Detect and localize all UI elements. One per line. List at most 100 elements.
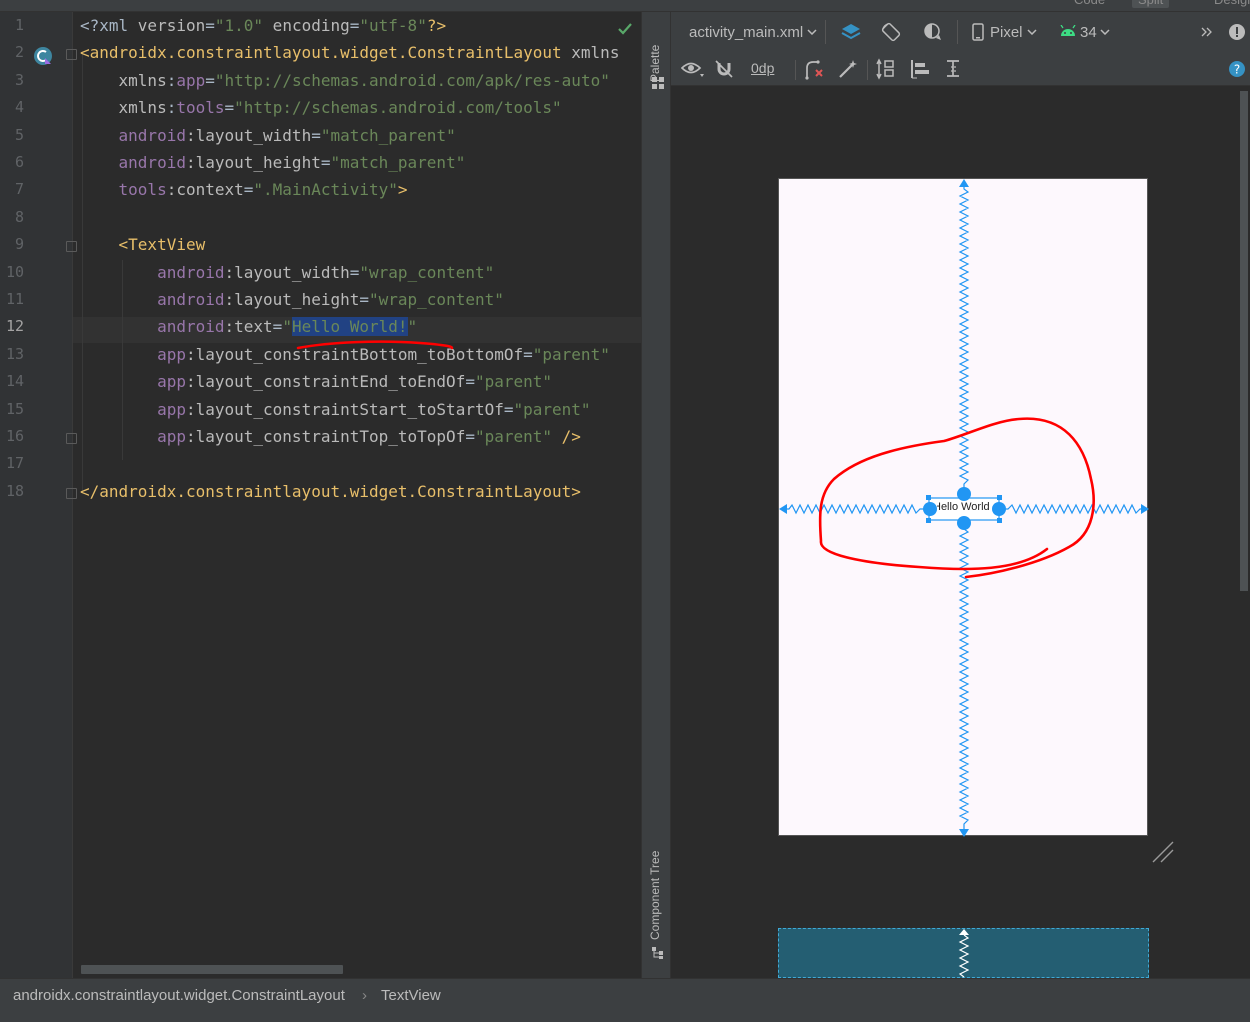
view-options-eye-icon[interactable] (681, 58, 705, 80)
code-line[interactable]: xmlns:tools="http://schemas.android.com/… (80, 96, 562, 120)
toolbar-separator (825, 20, 826, 44)
autoconnect-off-icon[interactable] (713, 58, 735, 80)
textview-preview[interactable]: Hello World (937, 501, 993, 517)
code-token: "parent" (474, 372, 553, 392)
help-icon[interactable]: ? (1227, 59, 1247, 79)
line-number: 8 (14, 207, 24, 226)
end-anchor-handle[interactable] (992, 502, 1006, 516)
layout-preview-canvas[interactable]: Hello World (778, 178, 1149, 837)
code-line[interactable]: app:layout_constraintEnd_toEndOf="parent… (80, 370, 552, 394)
code-token: "wrap_content" (369, 290, 504, 309)
code-token: :context (166, 180, 244, 200)
clear-constraints-icon[interactable] (803, 58, 825, 80)
default-margin-dropdown[interactable]: 0dp (751, 60, 774, 76)
palette-icon[interactable] (651, 76, 665, 90)
resize-handle[interactable] (997, 495, 1002, 500)
code-line[interactable]: <TextView (80, 233, 206, 257)
start-constraint-arrow (779, 504, 787, 514)
code-token: xmlns (118, 98, 167, 118)
code-token: :text (224, 317, 273, 337)
bottom-anchor-handle[interactable] (957, 516, 971, 530)
line-number: 17 (5, 454, 24, 473)
activity-gutter-icon[interactable] (33, 46, 53, 66)
breadcrumb-item-constraintlayout[interactable]: androidx.constraintlayout.widget.Constra… (13, 987, 345, 1004)
code-token: = (272, 317, 283, 337)
code-token: <?xml (80, 16, 138, 35)
code-line[interactable]: app:layout_constraintStart_toStartOf="pa… (80, 398, 591, 422)
code-line[interactable]: android:layout_height="wrap_content" (80, 288, 504, 312)
breadcrumb: androidx.constraintlayout.widget.Constra… (0, 978, 1250, 1022)
code-line[interactable]: <androidx.constraintlayout.widget.Constr… (80, 41, 619, 65)
align-icon[interactable] (909, 58, 931, 80)
line-number: 7 (14, 180, 24, 199)
code-token: app (176, 70, 206, 90)
night-mode-icon[interactable] (921, 20, 945, 44)
code-token: :layout_constraintStart_toStartOf (185, 399, 504, 419)
api-level-dropdown[interactable]: 34 (1080, 24, 1097, 41)
canvas-resize-icon[interactable] (1151, 840, 1175, 864)
design-toolbar-top: activity_main.xml Pixel 34 (671, 12, 1250, 52)
horizontal-scrollbar[interactable] (81, 965, 343, 974)
split-view-tab[interactable]: Split (1132, 0, 1170, 8)
end-constraint-spring (999, 503, 1143, 515)
fold-marker-icon[interactable] (66, 241, 77, 253)
code-token: xmlns (118, 70, 167, 90)
code-token: "1.0" (214, 16, 264, 35)
fold-marker-icon[interactable] (66, 433, 77, 444)
code-token: : (166, 98, 177, 118)
toolbar-separator (867, 60, 868, 80)
code-line[interactable]: android:layout_width="wrap_content" (80, 261, 494, 285)
code-token: encoding (263, 16, 350, 35)
code-line[interactable]: <?xml version="1.0" encoding="utf-8"?> (80, 14, 446, 38)
code-token: android (118, 125, 186, 145)
toolbar-separator (957, 20, 958, 44)
design-toolbar-bottom: 0dp ? (671, 52, 1250, 86)
design-view-tab[interactable]: Design (1208, 0, 1250, 8)
resize-handle[interactable] (926, 518, 931, 523)
code-token: = (523, 344, 533, 364)
code-token: "utf-8" (359, 16, 427, 35)
infer-constraints-icon[interactable] (837, 58, 859, 80)
code-token: :layout_constraintTop_toTopOf (185, 427, 466, 446)
code-line[interactable]: app:layout_constraintTop_toTopOf="parent… (80, 425, 581, 449)
code-token: android (157, 317, 225, 337)
component-tree-tab[interactable]: Component Tree (648, 851, 662, 940)
start-anchor-handle[interactable] (923, 502, 937, 516)
blueprint-preview[interactable] (778, 928, 1149, 978)
resize-handle[interactable] (926, 495, 931, 500)
pack-icon[interactable] (875, 58, 897, 80)
top-anchor-handle[interactable] (957, 487, 971, 501)
blueprint-constraint-spring (958, 929, 970, 978)
breadcrumb-item-textview[interactable]: TextView (381, 987, 441, 1004)
code-token: /> (552, 427, 581, 446)
layers-icon[interactable] (839, 20, 863, 44)
code-lines[interactable]: <?xml version="1.0" encoding="utf-8"?> <a… (80, 12, 641, 978)
code-view-tab[interactable]: Code (1068, 0, 1111, 8)
code-line[interactable]: android:layout_height="match_parent" (80, 151, 466, 175)
fold-marker-icon[interactable] (66, 49, 77, 61)
code-line[interactable]: android:layout_width="match_parent" (80, 124, 456, 148)
resize-handle[interactable] (997, 518, 1002, 523)
code-line[interactable]: tools:context=".MainActivity"> (80, 178, 408, 202)
guidelines-icon[interactable] (943, 58, 965, 80)
code-line[interactable]: xmlns:app="http://schemas.android.com/ap… (80, 69, 610, 93)
design-vertical-scrollbar[interactable] (1240, 91, 1248, 591)
code-line[interactable]: </androidx.constraintlayout.widget.Const… (80, 480, 581, 504)
error-indicator-icon[interactable] (1227, 22, 1247, 42)
rotate-orientation-icon[interactable] (879, 20, 903, 44)
fold-marker-icon[interactable] (66, 487, 77, 499)
device-dropdown[interactable]: Pixel (990, 24, 1023, 41)
code-editor[interactable]: 1 2 3 4 5 6 7 8 9 10 11 12 13 14 15 16 17 18 <?xml versio… (0, 12, 641, 978)
overflow-chevron-icon[interactable] (1199, 24, 1215, 40)
component-tree-icon[interactable] (651, 946, 665, 960)
layout-file-dropdown[interactable]: activity_main.xml (689, 24, 803, 41)
design-pane: activity_main.xml Pixel 34 0dp ? Hello W… (671, 12, 1250, 978)
code-token: app (157, 427, 186, 446)
top-constraint-arrow (959, 179, 969, 187)
line-number: 16 (5, 427, 24, 445)
